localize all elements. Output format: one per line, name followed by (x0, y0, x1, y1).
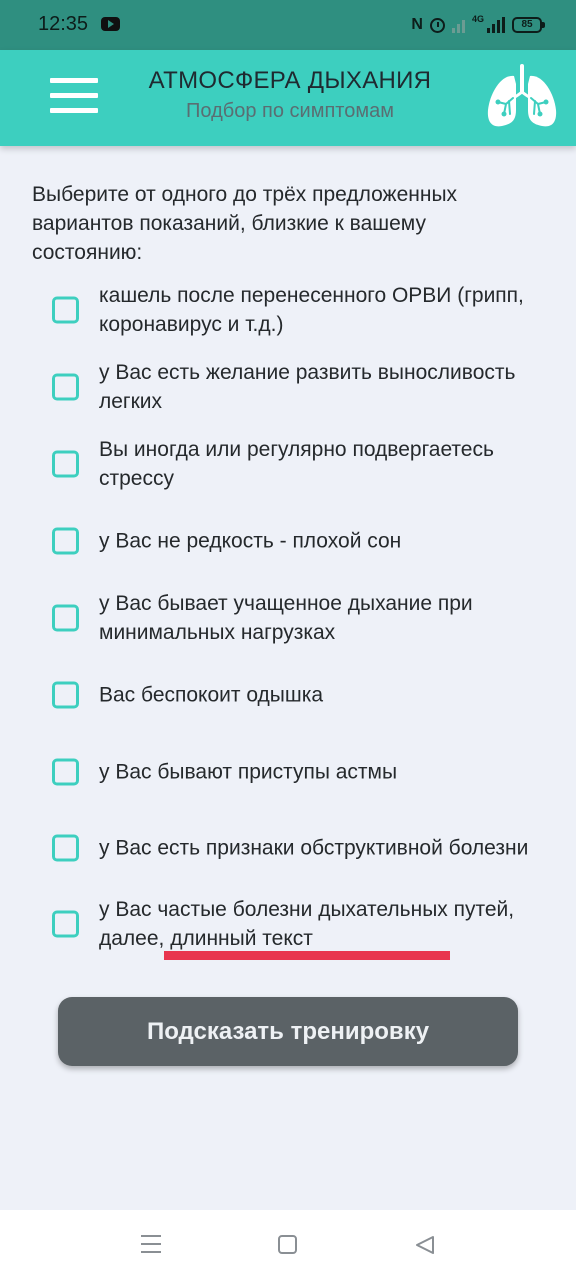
checkbox[interactable] (52, 910, 79, 938)
app-subtitle: Подбор по симптомам (186, 100, 394, 122)
suggest-training-button[interactable]: Подсказать тренировку (58, 997, 518, 1066)
checkbox[interactable] (52, 604, 79, 632)
signal-icon-secondary (451, 17, 465, 33)
checkbox[interactable] (52, 527, 79, 555)
option-label: у Вас частые болезни дыхательных путей, … (99, 898, 515, 950)
app-bar: АТМОСФЕРА ДЫХАНИЯ Подбор по симптомам (0, 50, 576, 146)
option-rapid-breathing[interactable]: у Вас бывает учащенное дыхание при миним… (50, 586, 530, 650)
system-nav-bar (0, 1210, 576, 1280)
option-shortness-of-breath[interactable]: Вас беспокоит одышка (50, 663, 530, 727)
home-icon[interactable] (278, 1235, 297, 1254)
lungs-icon (487, 64, 557, 127)
checkbox[interactable] (52, 450, 79, 478)
instruction-text: Выберите от одного до трёх предложенных … (32, 183, 458, 264)
option-poor-sleep[interactable]: у Вас не редкость - плохой сон (50, 509, 530, 573)
recent-apps-icon[interactable] (141, 1235, 161, 1254)
option-label: у Вас есть желание развить выносливость … (99, 361, 516, 413)
option-label: у Вас есть признаки обструктивной болезн… (99, 836, 529, 860)
option-asthma[interactable]: у Вас бывают приступы астмы (50, 740, 530, 804)
option-label: у Вас не редкость - плохой сон (99, 529, 402, 553)
battery-icon: 85 (512, 17, 545, 33)
alarm-icon (429, 17, 445, 33)
hamburger-menu-icon[interactable] (50, 78, 98, 114)
back-icon[interactable] (414, 1234, 436, 1256)
checkbox[interactable] (52, 373, 79, 401)
option-obstructive-disease[interactable]: у Вас есть признаки обструктивной болезн… (50, 816, 530, 880)
checkbox[interactable] (52, 758, 79, 786)
youtube-icon (101, 17, 120, 31)
checkbox[interactable] (52, 834, 79, 862)
option-label: Вы иногда или регулярно подвергаетесь ст… (99, 438, 494, 490)
option-stress[interactable]: Вы иногда или регулярно подвергаетесь ст… (50, 432, 530, 496)
status-icons: N 4G 85 (411, 14, 545, 36)
app-title: АТМОСФЕРА ДЫХАНИЯ (148, 67, 432, 94)
nfc-icon: N (411, 16, 423, 33)
checkbox[interactable] (52, 296, 79, 324)
checkbox[interactable] (52, 681, 79, 709)
network-type: 4G (471, 14, 484, 24)
annotation-underline (164, 951, 450, 960)
option-label: кашель после перенесенного ОРВИ (грипп, … (99, 284, 524, 336)
option-label: у Вас бывает учащенное дыхание при миним… (99, 592, 473, 644)
status-time: 12:35 (38, 13, 89, 35)
signal-icon (487, 17, 505, 33)
option-orvi-cough[interactable]: кашель после перенесенного ОРВИ (грипп, … (50, 278, 530, 342)
option-respiratory-illness[interactable]: у Вас частые болезни дыхательных путей, … (50, 892, 530, 956)
option-lung-endurance[interactable]: у Вас есть желание развить выносливость … (50, 355, 530, 419)
status-bar: 12:35 N 4G 85 (0, 0, 576, 50)
option-label: Вас беспокоит одышка (99, 683, 324, 707)
option-label: у Вас бывают приступы астмы (99, 760, 398, 784)
